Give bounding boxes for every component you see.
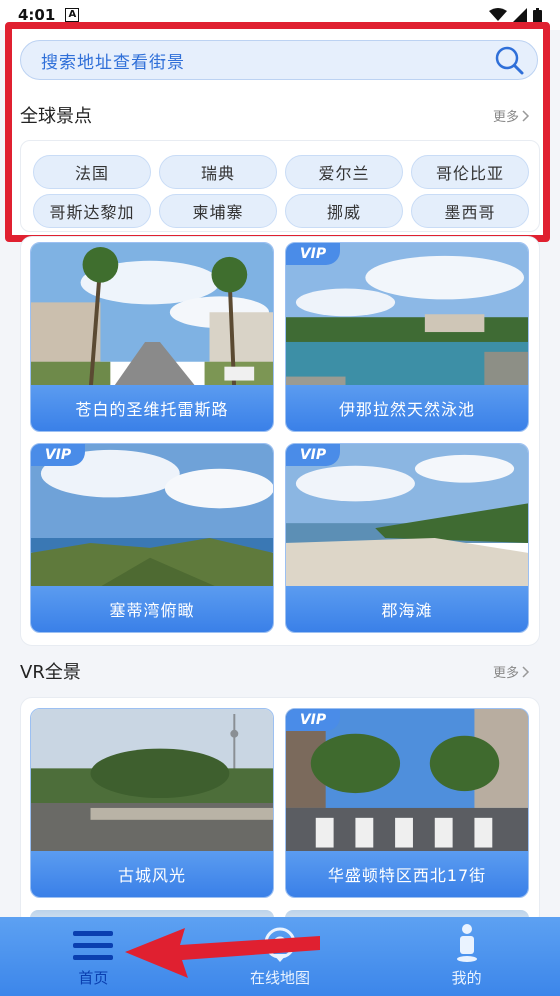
vr-caption: 古城风光 — [31, 851, 273, 897]
spot-caption: 郡海滩 — [286, 586, 528, 632]
spot-caption: 塞蒂湾俯瞰 — [31, 586, 273, 632]
vip-badge: VIP — [286, 444, 340, 466]
chevron-right-icon — [522, 665, 530, 678]
chevron-right-icon — [522, 109, 530, 122]
search-bar[interactable]: 搜索地址查看街景 — [20, 40, 538, 80]
more-label: 更多 — [493, 666, 520, 681]
tab-label: 首页 — [78, 969, 109, 987]
bottom-tab-bar: 首页 在线地图 我的 — [0, 917, 560, 996]
chip-ireland[interactable]: 爱尔兰 — [285, 155, 403, 189]
spot-tile[interactable]: VIP 伊那拉然天然泳池 — [285, 242, 529, 432]
wifi-icon — [489, 8, 507, 21]
vr-caption: 华盛顿特区西北17街 — [286, 851, 528, 897]
menu-icon — [73, 931, 114, 960]
tab-mine[interactable]: 我的 — [373, 917, 560, 996]
spot-caption: 伊那拉然天然泳池 — [286, 385, 528, 431]
global-spots-more-link[interactable]: 更多 — [493, 106, 530, 125]
vr-tile[interactable]: VIP 华盛顿特区西北17街 — [285, 708, 529, 898]
search-placeholder: 搜索地址查看街景 — [41, 52, 185, 73]
tab-label: 我的 — [451, 969, 482, 987]
tab-label: 在线地图 — [250, 969, 311, 987]
chip-france[interactable]: 法国 — [33, 155, 151, 189]
chip-cambodia[interactable]: 柬埔寨 — [159, 194, 277, 228]
global-spots-title: 全球景点 — [20, 106, 92, 127]
vr-more-link[interactable]: 更多 — [493, 662, 530, 681]
battery-icon — [533, 7, 542, 23]
more-label: 更多 — [493, 110, 520, 125]
spot-caption: 苍白的圣维托雷斯路 — [31, 385, 273, 431]
signal-icon — [513, 8, 527, 22]
vr-section-title: VR全景 — [20, 662, 81, 683]
spot-tile[interactable]: 苍白的圣维托雷斯路 — [30, 242, 274, 432]
tab-home[interactable]: 首页 — [0, 917, 187, 996]
spot-tile[interactable]: VIP 塞蒂湾俯瞰 — [30, 443, 274, 633]
country-chips-card: 法国 瑞典 爱尔兰 哥伦比亚 哥斯达黎加 柬埔寨 挪威 墨西哥 — [20, 140, 540, 232]
vip-badge: VIP — [286, 709, 340, 731]
chip-costa-rica[interactable]: 哥斯达黎加 — [33, 194, 151, 228]
person-icon — [456, 924, 477, 962]
tab-online-map[interactable]: 在线地图 — [187, 917, 374, 996]
search-icon[interactable] — [493, 44, 525, 76]
vip-badge: VIP — [31, 444, 85, 466]
chip-norway[interactable]: 挪威 — [285, 194, 403, 228]
chip-colombia[interactable]: 哥伦比亚 — [411, 155, 529, 189]
notification-a-icon: A — [65, 8, 80, 22]
spot-tile[interactable]: VIP 郡海滩 — [285, 443, 529, 633]
vr-tile[interactable]: 古城风光 — [30, 708, 274, 898]
map-pin-icon — [264, 927, 296, 962]
chip-mexico[interactable]: 墨西哥 — [411, 194, 529, 228]
chip-sweden[interactable]: 瑞典 — [159, 155, 277, 189]
vip-badge: VIP — [286, 243, 340, 265]
